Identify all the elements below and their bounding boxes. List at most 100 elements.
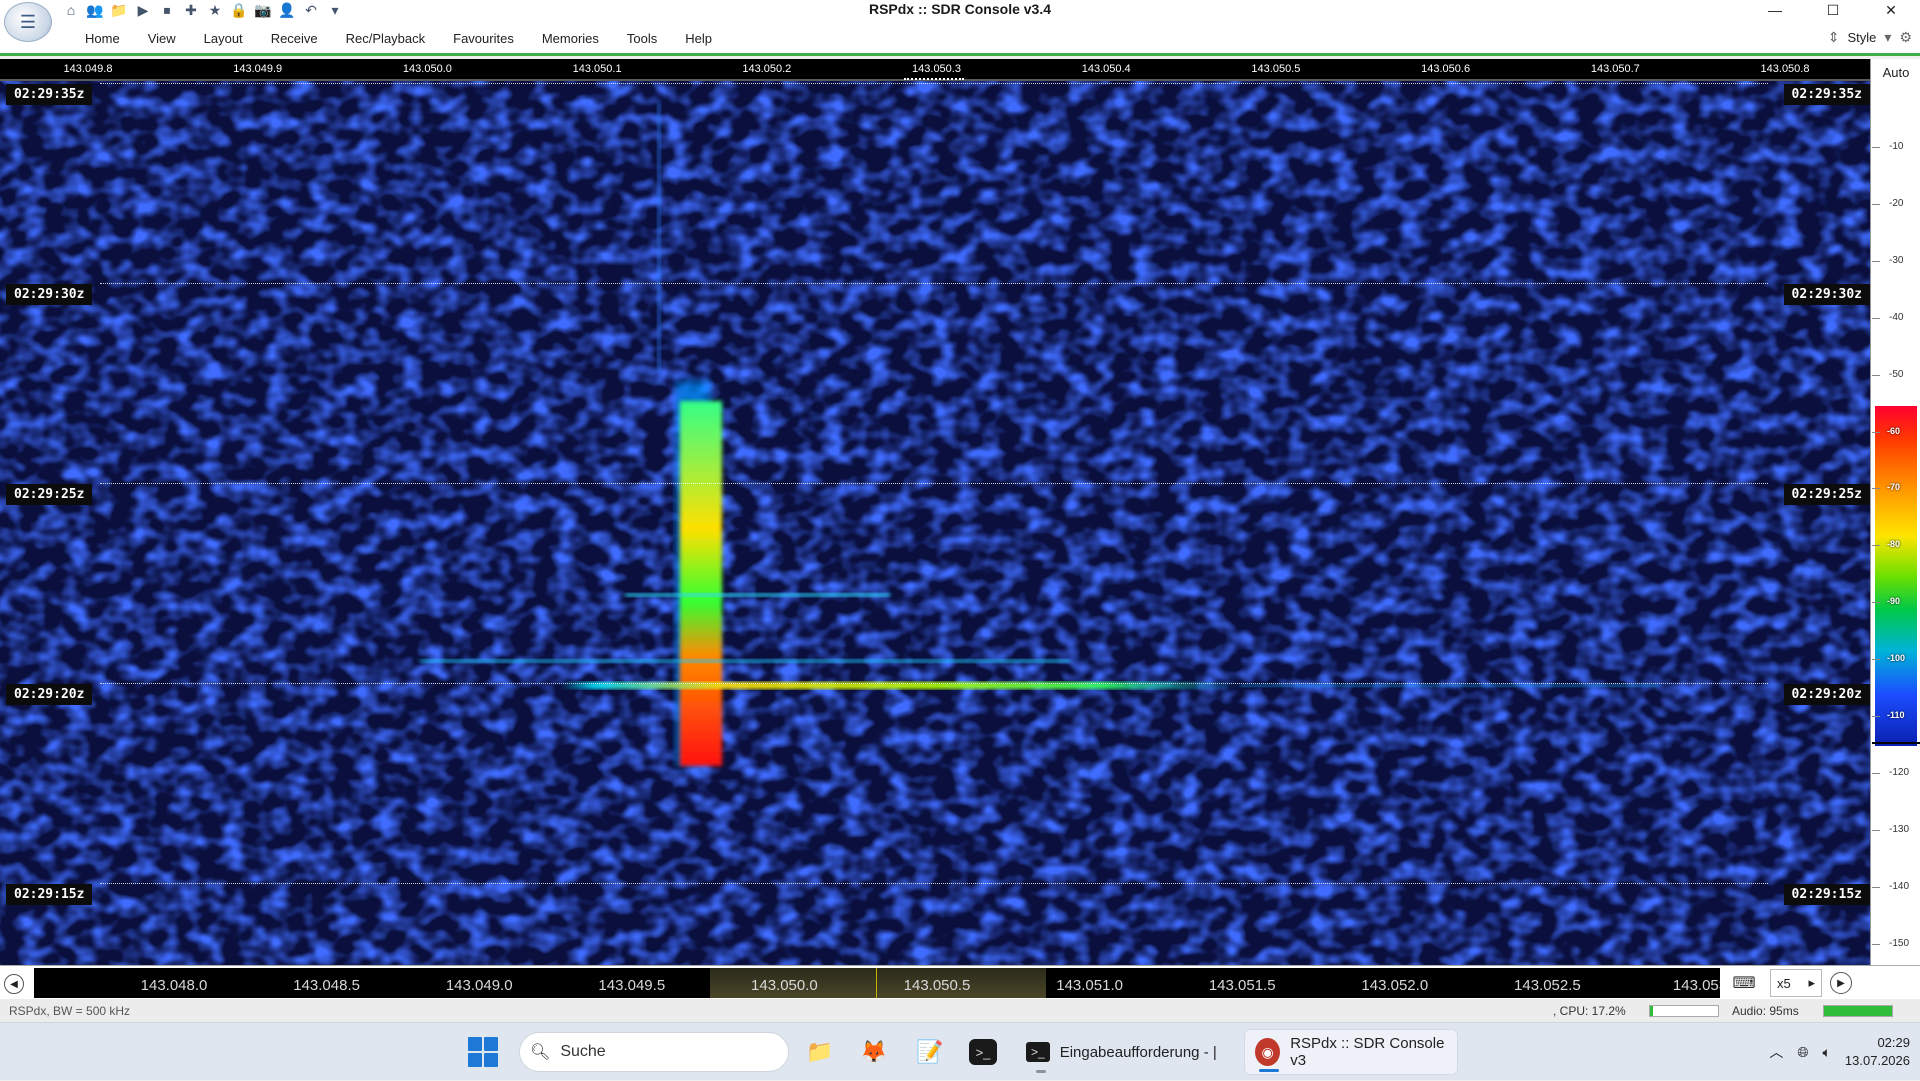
zoom-value: x5 [1777, 975, 1791, 991]
db-tick-label: -20 [1889, 197, 1904, 209]
db-tick-label: -30 [1889, 254, 1904, 266]
db-tick-mark [1872, 317, 1880, 319]
minimize-button[interactable]: — [1746, 0, 1804, 20]
maximize-button[interactable]: ☐ [1804, 0, 1862, 20]
zoom-selector[interactable]: x5 ▸ [1770, 969, 1822, 997]
style-menu[interactable]: Style [1848, 30, 1877, 45]
threshold-marker[interactable] [1872, 742, 1920, 744]
timestamp-label-left: 02:29:25z [6, 484, 93, 505]
frequency-tick: 143.050.8 [1760, 63, 1810, 75]
scroll-right-icon[interactable]: ▶ [1830, 972, 1852, 994]
timestamp-label-left: 02:29:35z [6, 84, 93, 105]
start-pane [468, 1037, 482, 1051]
close-button[interactable]: ✕ [1862, 0, 1920, 20]
level-scale[interactable]: Auto -10 -20 -30 -40 -50 -60 -70 -80 -90 -100 -110… [1870, 59, 1920, 965]
frequency-tick: 143.050.5 [903, 977, 971, 994]
db-tick-label: -150 [1889, 937, 1910, 949]
frequency-tick: 143.051.5 [1208, 977, 1276, 994]
terminal-icon[interactable]: >_ [969, 1039, 997, 1065]
star-icon[interactable]: ★ [206, 1, 224, 19]
clock-time: 02:29 [1877, 1035, 1910, 1050]
play-icon[interactable]: ▶ [134, 1, 152, 19]
frequency-tick: 143.050.2 [742, 63, 792, 75]
menu-item-favourites[interactable]: Favourites [439, 31, 528, 46]
lock-icon[interactable]: 🔒 [230, 1, 248, 19]
status-bar: RSPdx, BW = 500 kHz , CPU: 17.2% Audio: … [0, 999, 1920, 1022]
frequency-tick: 143.048.0 [140, 977, 208, 994]
tuning-center-marker [904, 78, 964, 80]
volume-icon[interactable]: 🔈︎ [1823, 1044, 1831, 1061]
menu-item-memories[interactable]: Memories [528, 31, 613, 46]
taskbar-app-command-prompt[interactable]: >_ Eingabeaufforderung - | [1016, 1029, 1227, 1075]
dropdown-icon[interactable]: ▾ [326, 1, 344, 19]
cpu-status: , CPU: 17.2% [1553, 1004, 1626, 1018]
folder-icon[interactable]: 📁 [110, 1, 128, 19]
notepad-icon[interactable]: 📝 [914, 1036, 946, 1068]
time-gridline [100, 883, 1768, 884]
network-icon[interactable]: 🌐︎ [1797, 1044, 1808, 1061]
frequency-tick: 143.049.0 [445, 977, 513, 994]
frequency-tick: 143.050.1 [572, 63, 622, 75]
menu-item-tools[interactable]: Tools [613, 31, 671, 46]
waterfall-display[interactable]: 02:29:35z 02:29:35z 02:29:30z 02:29:30z 02:2… [0, 81, 1870, 965]
auto-scale-button[interactable]: Auto [1871, 65, 1920, 80]
windows-start-icon[interactable] [468, 1037, 498, 1067]
taskbar-search[interactable]: 🔍︎ Suche [519, 1032, 789, 1072]
timestamp-label-right: 02:29:35z [1783, 84, 1870, 105]
firefox-icon[interactable]: 🦊 [858, 1036, 890, 1068]
frequency-scale[interactable]: 143.048.0 143.048.5 143.049.0 143.049.5 143.… [34, 968, 1720, 998]
person-icon[interactable]: 👤 [278, 1, 296, 19]
db-tick-mark [1872, 203, 1880, 205]
db-tick-mark [1872, 431, 1880, 433]
command-prompt-icon: >_ [1026, 1042, 1050, 1062]
audio-meter-fill [1824, 1006, 1892, 1016]
audio-status: Audio: 95ms [1732, 1004, 1799, 1018]
frequency-tick: 143.049.5 [598, 977, 666, 994]
time-gridline [100, 83, 1768, 84]
menu-item-layout[interactable]: Layout [190, 31, 257, 46]
time-gridline [100, 283, 1768, 284]
gear-icon[interactable]: ⚙ [1899, 29, 1912, 46]
camera-icon[interactable]: 📷 [254, 1, 272, 19]
stop-icon[interactable]: ⏹ [158, 1, 176, 19]
arrows-icon[interactable]: ⇕ [1828, 29, 1840, 46]
db-tick-mark [1872, 545, 1880, 547]
plus-icon[interactable]: ✚ [182, 1, 200, 19]
clock[interactable]: 02:29 13.07.2026 [1845, 1034, 1910, 1070]
scroll-left-icon[interactable]: ◀ [4, 974, 24, 994]
tuning-cursor[interactable] [876, 968, 877, 998]
keyboard-icon[interactable]: ⌨ [1722, 969, 1766, 997]
quick-access-toolbar: ⌂ 👥 📁 ▶ ⏹ ✚ ★ 🔒 📷 👤 ↶ ▾ [62, 0, 344, 20]
menu-item-rec-playback[interactable]: Rec/Playback [332, 31, 439, 46]
menu-item-view[interactable]: View [134, 31, 190, 46]
db-tick-mark [1872, 260, 1880, 262]
db-tick-label: -60 [1887, 425, 1901, 436]
taskbar-app-sdr-console[interactable]: ◉ RSPdx :: SDR Console v3 [1244, 1029, 1458, 1075]
timestamp-label-right: 02:29:25z [1783, 484, 1870, 505]
frequency-tick: 143.050.6 [1421, 63, 1471, 75]
menu-items: Home View Layout Receive Rec/Playback Favouri… [71, 31, 726, 46]
users-icon[interactable]: 👥 [86, 1, 104, 19]
start-pane [468, 1053, 482, 1067]
timestamp-label-right: 02:29:20z [1783, 684, 1870, 705]
file-explorer-icon[interactable]: 📁 [804, 1036, 836, 1068]
clock-date: 13.07.2026 [1844, 1053, 1910, 1068]
frequency-ruler-top[interactable]: 143.049.8 143.049.9 143.050.0 143.050.1 143.… [0, 59, 1870, 81]
home-icon[interactable]: ⌂ [62, 1, 80, 19]
db-tick-mark [1872, 488, 1880, 490]
db-tick-mark [1872, 943, 1880, 945]
db-tick-mark [1872, 602, 1880, 604]
search-placeholder: Suche [560, 1043, 606, 1060]
undo-icon[interactable]: ↶ [302, 1, 320, 19]
taskbar-app-label: Eingabeaufforderung - | [1059, 1043, 1217, 1061]
frequency-tick: 143.048.5 [293, 977, 360, 994]
menu-item-home[interactable]: Home [71, 31, 134, 46]
color-palette-bar[interactable] [1875, 406, 1917, 746]
taskbar: 🔍︎ Suche 📁 🦊 📝 >_ >_ Eingabeaufforderung… [0, 1022, 1920, 1080]
application-menu-orb[interactable]: ☰ [4, 2, 52, 42]
frequency-tick: 143.050.4 [1081, 63, 1131, 75]
menu-item-help[interactable]: Help [671, 31, 726, 46]
chevron-down-icon[interactable]: ▾ [1884, 29, 1891, 46]
menu-item-receive[interactable]: Receive [257, 31, 332, 46]
chevron-up-icon[interactable]: ︿ [1769, 1042, 1783, 1062]
